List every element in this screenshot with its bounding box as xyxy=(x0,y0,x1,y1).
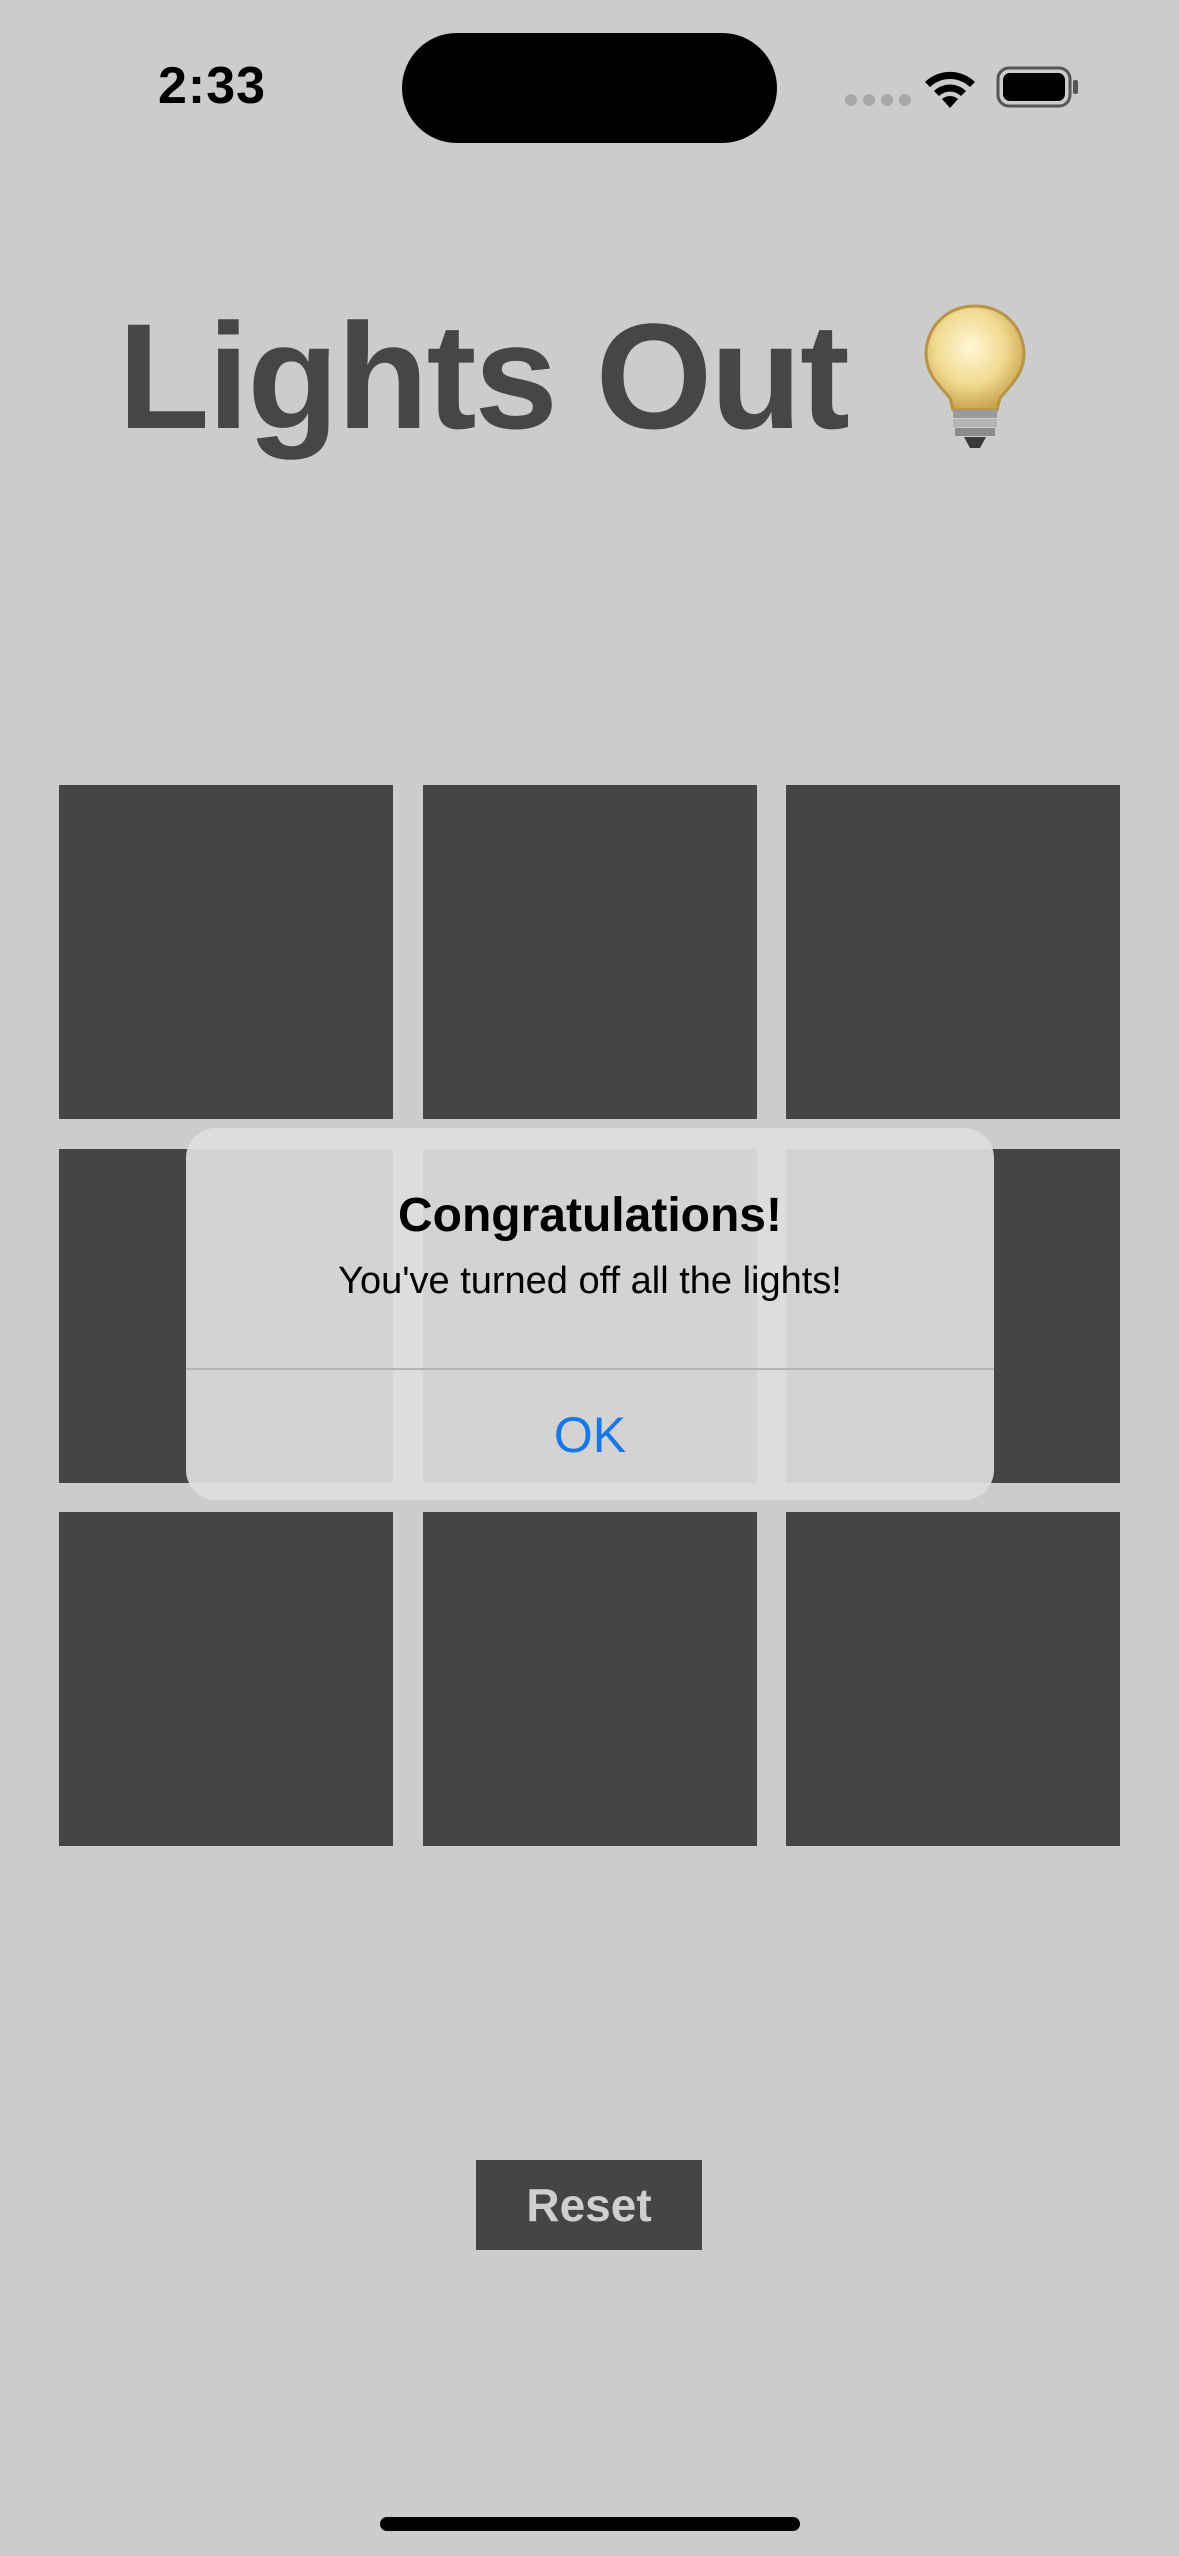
light-tile-r1c3[interactable] xyxy=(786,785,1120,1119)
alert-ok-button[interactable]: OK xyxy=(186,1370,994,1500)
light-tile-r1c2[interactable] xyxy=(423,785,757,1119)
page-title: Lights Out xyxy=(118,292,850,460)
battery-icon xyxy=(996,66,1078,108)
light-tile-r3c2[interactable] xyxy=(423,1512,757,1846)
wifi-icon xyxy=(925,71,975,108)
light-tile-r3c1[interactable] xyxy=(59,1512,393,1846)
light-tile-r3c3[interactable] xyxy=(786,1512,1120,1846)
light-tile-r1c1[interactable] xyxy=(59,785,393,1119)
alert-message: You've turned off all the lights! xyxy=(338,1260,842,1302)
lightbulb-icon xyxy=(924,304,1026,448)
congratulations-alert: Congratulations! You've turned off all t… xyxy=(186,1128,994,1500)
home-indicator[interactable] xyxy=(380,2517,800,2531)
status-time: 2:33 xyxy=(158,57,267,115)
alert-title: Congratulations! xyxy=(398,1189,782,1242)
dynamic-island xyxy=(402,33,777,143)
status-bar: 2:33 xyxy=(0,0,1179,170)
reset-button[interactable]: Reset xyxy=(476,2160,702,2250)
